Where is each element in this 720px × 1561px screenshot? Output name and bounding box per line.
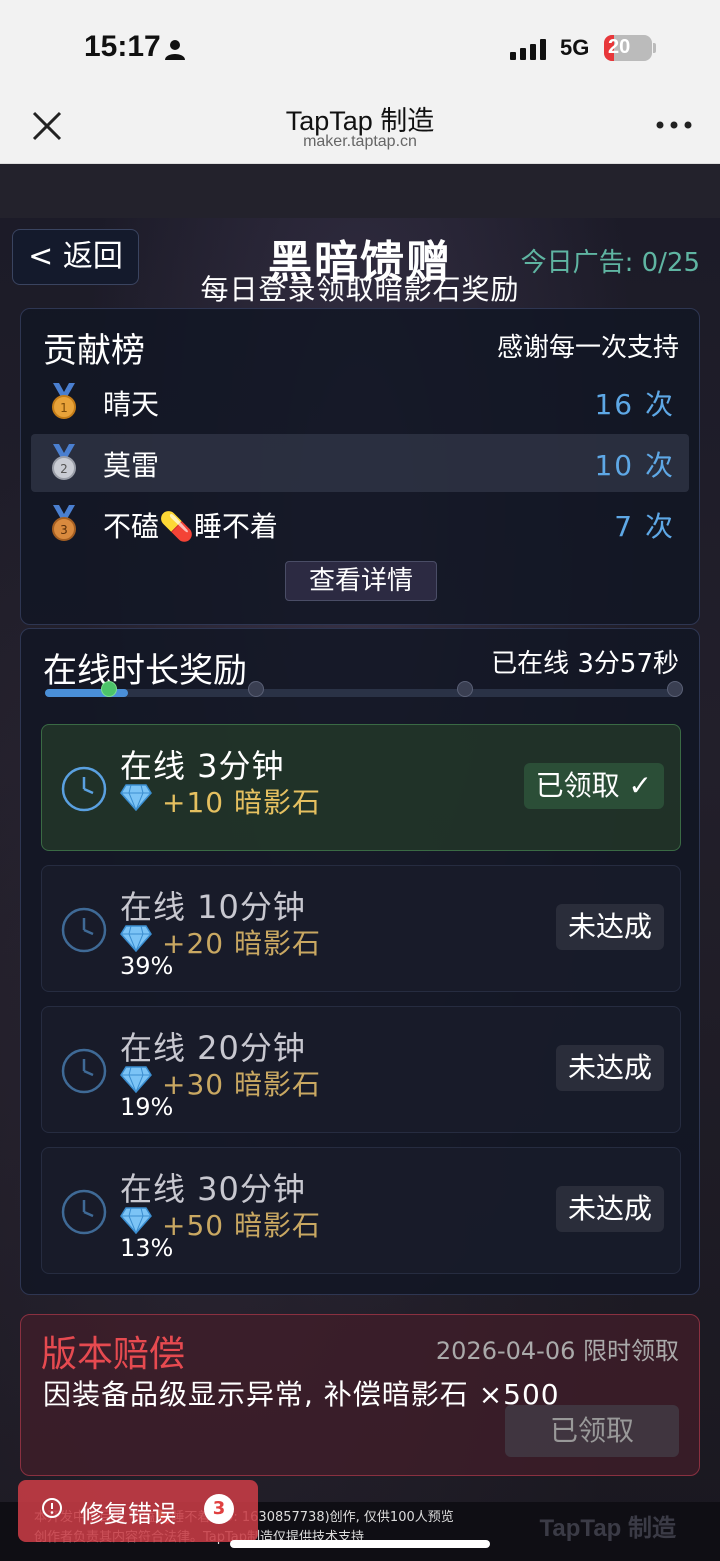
svg-text:3: 3 [60, 523, 68, 537]
clock-icon [61, 907, 107, 953]
contribution-panel: 贡献榜 感谢每一次支持 1 晴天 16 次 2 莫雷 10 次 3 不磕💊睡不着… [20, 308, 700, 625]
svg-text:1: 1 [60, 401, 68, 415]
error-count-badge: 3 [204, 1494, 234, 1524]
battery-icon: 20 [604, 35, 652, 61]
claimed-button[interactable]: 已领取 [505, 1405, 679, 1457]
online-rewards-panel: 在线时长奖励 已在线 3分57秒 在线 3分钟 +10 暗影石 已领取 ✓ 在线… [20, 628, 700, 1295]
rank-name: 晴天 [103, 388, 160, 421]
nav-url: maker.taptap.cn [303, 133, 417, 150]
diamond-icon [120, 1066, 152, 1093]
browser-nav-bar: TapTap 制造 maker.taptap.cn [0, 95, 720, 164]
reward-amount: +50 暗影石 [162, 1209, 321, 1242]
diamond-icon [120, 1207, 152, 1234]
rank-name: 不磕💊睡不着 [103, 510, 278, 543]
reward-amount: +20 暗影石 [162, 927, 321, 960]
page-subtitle: 每日登录领取暗影石奖励 [200, 273, 520, 306]
fix-errors-button[interactable]: 修复错误 3 [18, 1480, 258, 1542]
reward-card: 在线 10分钟 +20 暗影石 39% 未达成 [41, 865, 681, 992]
status-time: 15:17 [84, 30, 161, 63]
compensation-title: 版本赔偿 [41, 1334, 186, 1375]
online-title: 在线时长奖励 [43, 651, 247, 691]
clock-icon [61, 766, 107, 812]
svg-text:2: 2 [60, 462, 68, 476]
claimed-status: 已领取 ✓ [523, 763, 664, 809]
reward-card: 在线 3分钟 +10 暗影石 已领取 ✓ [41, 724, 681, 851]
status-bar: 15:17 5G 20 [0, 0, 720, 95]
not-reached-status: 未达成 [555, 1186, 664, 1232]
ranking-title: 贡献榜 [43, 331, 145, 371]
reward-amount: +10 暗影石 [162, 786, 321, 819]
progress-node [667, 681, 683, 697]
reward-progress-percent: 39% [120, 952, 174, 980]
online-duration: 已在线 3分57秒 [491, 649, 679, 679]
ranking-thanks: 感谢每一次支持 [496, 333, 679, 363]
person-icon [165, 40, 185, 60]
view-details-button[interactable]: 查看详情 [285, 561, 437, 601]
signal-icon [510, 39, 546, 60]
network-label: 5G [560, 35, 590, 60]
rank-count: 16 次 [594, 388, 675, 421]
rank-row: 2 莫雷 10 次 [31, 434, 689, 492]
compensation-description: 因装备品级显示异常, 补偿暗影石 ×500 [43, 1378, 560, 1411]
bronze-medal-icon: 3 [52, 505, 76, 541]
taptap-logo: TapTap 制造 [539, 1515, 676, 1542]
compensation-date: 2026-04-06 限时领取 [435, 1337, 679, 1365]
diamond-icon [120, 784, 152, 811]
clock-icon [61, 1048, 107, 1094]
progress-node [101, 681, 117, 697]
battery-level: 20 [608, 36, 631, 58]
reward-card: 在线 20分钟 +30 暗影石 19% 未达成 [41, 1006, 681, 1133]
silver-medal-icon: 2 [52, 444, 76, 480]
rank-row: 3 不磕💊睡不着 7 次 [31, 495, 689, 553]
reward-progress-percent: 13% [120, 1234, 174, 1262]
reward-progress-percent: 19% [120, 1093, 174, 1121]
gold-medal-icon: 1 [52, 383, 76, 419]
clock-icon [61, 1189, 107, 1235]
rank-count: 10 次 [594, 449, 675, 482]
rank-name: 莫雷 [103, 449, 160, 482]
header-strip [0, 164, 720, 218]
more-options-icon[interactable] [654, 117, 694, 133]
rank-row: 1 晴天 16 次 [31, 373, 689, 431]
online-progress-bar [45, 689, 677, 697]
progress-node [457, 681, 473, 697]
battery-tip [653, 43, 656, 53]
progress-node [248, 681, 264, 697]
game-view: < 返回 黑暗馈赠 今日广告: 0/25 每日登录领取暗影石奖励 贡献榜 感谢每… [0, 218, 720, 1561]
reward-amount: +30 暗影石 [162, 1068, 321, 1101]
rank-count: 7 次 [614, 510, 675, 543]
fix-errors-label: 修复错误 [80, 1500, 176, 1528]
not-reached-status: 未达成 [555, 1045, 664, 1091]
not-reached-status: 未达成 [555, 904, 664, 950]
home-indicator[interactable] [230, 1540, 490, 1548]
diamond-icon [120, 925, 152, 952]
compensation-panel: 版本赔偿 2026-04-06 限时领取 因装备品级显示异常, 补偿暗影石 ×5… [20, 1314, 700, 1476]
reward-card: 在线 30分钟 +50 暗影石 13% 未达成 [41, 1147, 681, 1274]
warning-icon [42, 1498, 62, 1518]
